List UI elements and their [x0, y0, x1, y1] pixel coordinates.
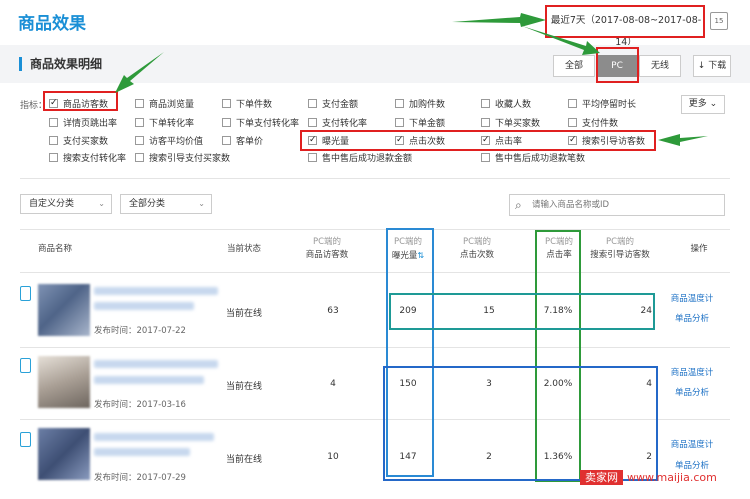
arrow-pc [522, 26, 600, 55]
arrow-date [452, 13, 546, 27]
arrow-visitors [115, 52, 164, 93]
watermark: 卖家网 www.maijia.com [580, 469, 717, 485]
watermark-left: 卖家网 [580, 470, 623, 485]
arrow-metrics [658, 134, 708, 146]
annotation-arrows [115, 13, 708, 146]
watermark-right: www.maijia.com [627, 471, 717, 484]
